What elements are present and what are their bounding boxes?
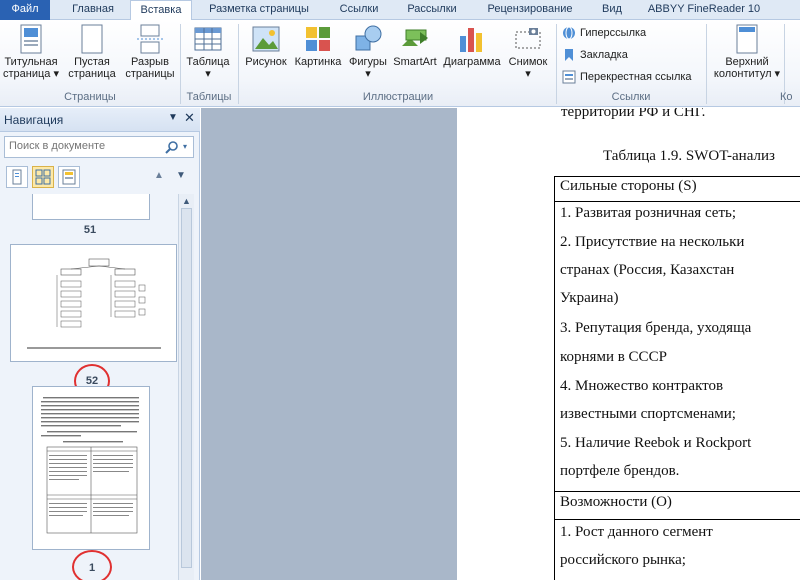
table-cell-text: 4. Множество контрактов [560, 378, 724, 394]
next-result-icon[interactable]: ▼ [176, 170, 186, 181]
page-break-icon [135, 24, 165, 54]
navigation-header: Навигация ▼ ✕ [0, 108, 200, 132]
tab-references[interactable]: Ссылки [330, 0, 388, 20]
chart-button[interactable]: Диаграмма [440, 24, 504, 68]
table-cell-text: 5. Наличие Reebok и Rockport [560, 435, 752, 451]
header-icon [732, 24, 762, 54]
table-cell-text: Украина) [560, 290, 619, 306]
chart-icon [457, 24, 487, 54]
tab-view[interactable]: Вид [592, 0, 632, 20]
table-border [554, 519, 800, 520]
diagram-thumbnail-image [27, 258, 161, 349]
table-border [554, 176, 800, 177]
page-thumbnail[interactable] [10, 244, 177, 362]
search-input[interactable] [5, 137, 155, 155]
navigation-title: Навигация [4, 113, 64, 127]
group-illustrations-label: Иллюстрации [362, 91, 434, 103]
opportunities-header: Возможности (O) [560, 494, 672, 510]
scrollbar-thumb[interactable] [181, 208, 192, 568]
navigation-pane: Навигация ▼ ✕ ▾ ▲ ▼ 51 [0, 108, 200, 580]
picture-button[interactable]: Рисунок [242, 24, 290, 68]
pages-view-icon [35, 169, 51, 185]
text-page-thumbnail-image [41, 397, 139, 534]
cover-page-icon [16, 24, 46, 54]
group-tables-label: Таблицы [186, 91, 232, 103]
scroll-up-icon[interactable]: ▲ [182, 196, 191, 206]
view-switcher: ▲ ▼ [4, 164, 196, 192]
bookmark-icon [562, 48, 576, 62]
search-icon[interactable] [165, 140, 179, 157]
bookmark-button[interactable]: Закладка [562, 48, 628, 62]
table-border [554, 491, 800, 492]
pages-view-button[interactable] [32, 166, 54, 188]
tab-page-layout[interactable]: Разметка страницы [200, 0, 318, 20]
table-caption: Таблица 1.9. SWOT-анализ [603, 148, 775, 164]
page-break-button[interactable]: Разрыв страницы [122, 24, 178, 80]
table-cell-text: портфеле брендов. [560, 463, 680, 479]
tab-insert[interactable]: Вставка [130, 0, 192, 21]
cover-page-button[interactable]: Титульная страница ▾ [2, 24, 60, 80]
shapes-icon [353, 24, 383, 54]
ribbon-separator [556, 24, 557, 104]
page-number: 1 [88, 562, 96, 574]
table-cell-text: 2. Присутствие на нескольки [560, 234, 745, 250]
table-icon [193, 24, 223, 54]
clipart-icon [303, 24, 333, 54]
cross-reference-icon [562, 70, 576, 84]
table-border [554, 201, 800, 202]
page-thumbnails: 51 52 1 [0, 194, 178, 580]
results-view-button[interactable] [58, 166, 80, 188]
strengths-header: Сильные стороны (S) [560, 178, 697, 194]
search-box: ▾ [4, 136, 194, 158]
page-thumbnail[interactable] [32, 194, 150, 220]
pane-options-icon[interactable]: ▼ [168, 112, 178, 123]
picture-icon [251, 24, 281, 54]
ribbon-separator [238, 24, 239, 104]
header-button[interactable]: Верхний колонтитул ▾ [712, 24, 782, 80]
ribbon-separator [180, 24, 181, 104]
blank-page-icon [77, 24, 107, 54]
close-icon[interactable]: ✕ [184, 110, 195, 126]
document-workspace: территории РФ и СНГ. Таблица 1.9. SWOT-а… [201, 108, 800, 580]
shapes-button[interactable]: Фигуры ▾ [346, 24, 390, 80]
results-view-icon [62, 169, 76, 185]
group-pages-label: Страницы [64, 91, 116, 103]
cross-reference-button[interactable]: Перекрестная ссылка [562, 70, 692, 84]
smartart-icon [400, 24, 430, 54]
ribbon-separator [706, 24, 707, 104]
headings-view-button[interactable] [6, 166, 28, 188]
table-cell-text: 1. Рост данного сегмент [560, 524, 713, 540]
table-cell-text: корнями в СССР [560, 349, 667, 365]
headings-view-icon [12, 169, 22, 185]
table-cell-text: известными спортсменами; [560, 406, 736, 422]
hyperlink-icon [562, 26, 576, 40]
search-dropdown-icon[interactable]: ▾ [183, 142, 187, 151]
hyperlink-button[interactable]: Гиперссылка [562, 26, 646, 40]
clipart-button[interactable]: Картинка [292, 24, 344, 68]
table-cell-text: 3. Репутация бренда, уходяща [560, 320, 752, 336]
page-number: 51 [83, 224, 97, 236]
document-page[interactable]: территории РФ и СНГ. Таблица 1.9. SWOT-а… [457, 108, 800, 580]
smartart-button[interactable]: SmartArt [392, 24, 438, 68]
table-cell-text: российского рынка; [560, 552, 686, 568]
tab-file[interactable]: Файл [0, 0, 50, 20]
ribbon-tab-bar: Файл Главная Вставка Разметка страницы С… [0, 0, 800, 21]
body-text: территории РФ и СНГ. [561, 108, 706, 120]
tab-review[interactable]: Рецензирование [478, 0, 582, 20]
group-links-label: Ссылки [611, 91, 651, 103]
tab-mailings[interactable]: Рассылки [398, 0, 466, 20]
tab-home[interactable]: Главная [58, 0, 128, 20]
table-button[interactable]: Таблица ▾ [184, 24, 232, 80]
blank-page-button[interactable]: Пустая страница [64, 24, 120, 80]
screenshot-button[interactable]: Снимок ▾ [504, 24, 552, 80]
table-cell-text: 1. Развитая розничная сеть; [560, 205, 737, 221]
screenshot-icon [513, 24, 543, 54]
tab-abbyy[interactable]: ABBYY FineReader 10 [640, 0, 768, 20]
ribbon: Титульная страница ▾ Пустая страница Раз… [0, 20, 800, 107]
table-cell-text: странах (Россия, Казахстан [560, 262, 735, 278]
page-thumbnail[interactable] [32, 386, 150, 550]
thumbnails-scrollbar[interactable]: ▲ [178, 194, 194, 580]
group-header-footer-label: Ко [780, 91, 793, 103]
previous-result-icon[interactable]: ▲ [154, 170, 164, 181]
